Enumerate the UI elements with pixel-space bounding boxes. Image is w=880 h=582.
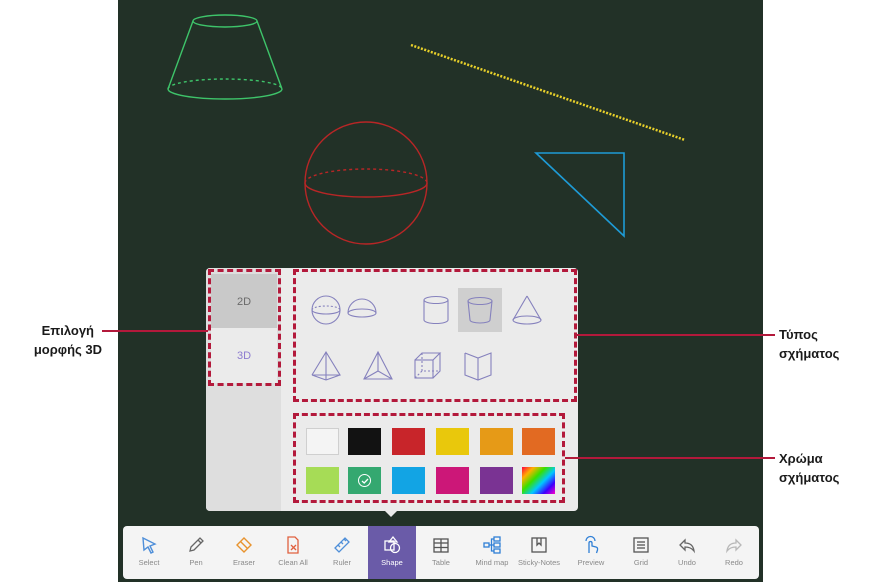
drawn-line[interactable] xyxy=(410,43,686,142)
mode-callout-line xyxy=(102,330,208,332)
tool-clear-all[interactable]: Clean All xyxy=(269,526,317,579)
mode-callout-line1: Επιλογή xyxy=(41,323,94,338)
shape-color-highlight-box xyxy=(293,413,565,503)
tool-undo-label: Undo xyxy=(678,558,696,567)
sticky-note-icon xyxy=(531,537,547,553)
tool-grid[interactable]: Grid xyxy=(617,526,665,579)
redo-icon xyxy=(726,538,742,554)
tool-table[interactable]: Table xyxy=(417,526,465,579)
shape-type-callout-line2: σχήματος xyxy=(779,346,840,361)
tool-shape-label: Shape xyxy=(381,558,403,567)
eraser-icon xyxy=(236,537,252,553)
mode-highlight-box xyxy=(208,269,281,386)
drawn-triangle[interactable] xyxy=(533,152,625,238)
shape-type-callout-line xyxy=(577,334,775,336)
tool-ruler-label: Ruler xyxy=(333,558,351,567)
tool-redo[interactable]: Redo xyxy=(710,526,758,579)
tool-pen-label: Pen xyxy=(189,558,203,567)
ruler-icon xyxy=(334,537,350,553)
shape-type-callout: Τύπος σχήματος xyxy=(779,325,839,363)
clear-all-icon xyxy=(287,536,299,554)
shape-color-callout-line2: σχήματος xyxy=(779,470,840,485)
tool-sticky-notes-label: Sticky-Notes xyxy=(517,558,561,567)
tool-select-label: Select xyxy=(138,558,160,567)
tool-mind-map[interactable]: Mind map xyxy=(468,526,516,579)
tool-grid-label: Grid xyxy=(633,558,649,567)
shape-color-callout: Χρώμα σχήματος xyxy=(779,449,839,487)
drawn-frustum[interactable] xyxy=(167,14,283,100)
tool-sticky-notes[interactable]: Sticky-Notes xyxy=(515,526,563,579)
shape-type-callout-line1: Τύπος xyxy=(779,327,818,342)
tool-mind-map-label: Mind map xyxy=(475,558,509,567)
touch-hand-icon xyxy=(585,535,599,554)
drawn-sphere[interactable] xyxy=(304,121,428,245)
shape-type-highlight-box xyxy=(293,269,577,402)
bottom-toolbar: Select Pen Eraser Clean All Ruler Shape … xyxy=(123,526,759,579)
undo-icon xyxy=(679,538,695,554)
tool-clear-all-label: Clean All xyxy=(278,558,308,567)
tool-ruler[interactable]: Ruler xyxy=(318,526,366,579)
tool-preview[interactable]: Preview xyxy=(567,526,615,579)
table-icon xyxy=(433,538,449,553)
tool-shape[interactable]: Shape xyxy=(368,526,416,579)
tool-table-label: Table xyxy=(432,558,450,567)
mode-callout-line2: μορφής 3D xyxy=(33,342,102,357)
tool-preview-label: Preview xyxy=(577,558,605,567)
cursor-arrow-icon xyxy=(142,536,157,554)
tool-undo[interactable]: Undo xyxy=(663,526,711,579)
pen-icon xyxy=(189,537,204,552)
mode-callout: Επιλογή μορφής 3D xyxy=(22,321,102,359)
grid-icon xyxy=(633,537,649,553)
shape-color-callout-line1: Χρώμα xyxy=(779,451,823,466)
tool-eraser-label: Eraser xyxy=(232,558,256,567)
shape-color-callout-line xyxy=(565,457,775,459)
tool-pen[interactable]: Pen xyxy=(172,526,220,579)
shape-icon xyxy=(384,535,401,554)
tool-select[interactable]: Select xyxy=(125,526,173,579)
tool-eraser[interactable]: Eraser xyxy=(220,526,268,579)
mind-map-icon xyxy=(483,536,501,554)
tool-redo-label: Redo xyxy=(725,558,743,567)
panel-pointer xyxy=(384,510,398,517)
